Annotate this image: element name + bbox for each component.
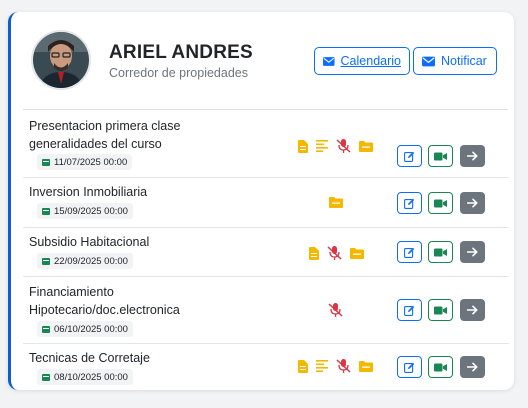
course-title: Presentacion primera clase generalidades… bbox=[29, 119, 181, 151]
go-button[interactable] bbox=[460, 299, 485, 321]
mic-off-icon[interactable] bbox=[327, 246, 342, 260]
calendar-icon bbox=[42, 374, 50, 381]
course-title: Inversion Inmobiliaria bbox=[29, 185, 148, 199]
arrow-right-icon bbox=[467, 247, 478, 257]
mic-off-icon[interactable] bbox=[336, 139, 351, 153]
video-button[interactable] bbox=[428, 299, 453, 321]
course-resources bbox=[298, 139, 373, 153]
course-title: Tecnicas de Corretaje bbox=[29, 351, 150, 365]
edit-icon bbox=[404, 305, 415, 316]
arrow-right-icon bbox=[467, 362, 478, 372]
profile-name: ARIEL ANDRES bbox=[109, 42, 253, 63]
arrow-right-icon bbox=[467, 151, 478, 161]
profile-header: ARIEL ANDRES Corredor de propiedades Cal… bbox=[11, 12, 514, 110]
envelope-icon bbox=[323, 56, 335, 66]
course-card: ARIEL ANDRES Corredor de propiedades Cal… bbox=[8, 12, 514, 390]
course-resources bbox=[309, 246, 364, 260]
edit-button[interactable] bbox=[397, 192, 422, 214]
course-date-badge: 22/09/2025 00:00 bbox=[37, 253, 133, 269]
align-left-icon[interactable] bbox=[316, 360, 328, 372]
edit-button[interactable] bbox=[397, 241, 422, 263]
file-icon[interactable] bbox=[298, 359, 308, 373]
folder-icon[interactable] bbox=[350, 247, 364, 259]
arrow-right-icon bbox=[467, 198, 478, 208]
video-icon bbox=[434, 248, 447, 256]
course-resources bbox=[328, 303, 343, 317]
edit-icon bbox=[404, 362, 415, 373]
course-row: Inversion Inmobiliaria 15/09/2025 00:00 bbox=[23, 178, 509, 228]
course-date: 11/07/2025 00:00 bbox=[54, 156, 128, 168]
folder-icon[interactable] bbox=[359, 360, 373, 372]
video-icon bbox=[434, 152, 447, 160]
course-date-badge: 11/07/2025 00:00 bbox=[37, 154, 133, 170]
course-row: Financiamiento Hipotecario/doc.electroni… bbox=[23, 277, 509, 344]
edit-button[interactable] bbox=[397, 299, 422, 321]
video-button[interactable] bbox=[428, 241, 453, 263]
video-icon bbox=[434, 363, 447, 371]
envelope-icon bbox=[422, 56, 435, 66]
profile-role: Corredor de propiedades bbox=[109, 66, 248, 80]
course-date-badge: 06/10/2025 00:00 bbox=[37, 321, 133, 337]
mic-off-icon[interactable] bbox=[328, 303, 343, 317]
video-icon bbox=[434, 306, 447, 314]
course-date: 08/10/2025 00:00 bbox=[54, 371, 128, 383]
course-date-badge: 15/09/2025 00:00 bbox=[37, 203, 133, 219]
course-date-badge: 08/10/2025 00:00 bbox=[37, 369, 133, 385]
notify-button-label: Notificar bbox=[441, 54, 487, 68]
edit-button[interactable] bbox=[397, 145, 422, 167]
mic-off-icon[interactable] bbox=[336, 359, 351, 373]
notify-button[interactable]: Notificar bbox=[413, 47, 497, 75]
go-button[interactable] bbox=[460, 241, 485, 263]
edit-icon bbox=[404, 151, 415, 162]
edit-button[interactable] bbox=[397, 356, 422, 378]
course-resources bbox=[329, 197, 343, 208]
go-button[interactable] bbox=[460, 356, 485, 378]
file-icon[interactable] bbox=[309, 246, 319, 260]
course-row: Subsidio Habitacional 22/09/2025 00:00 bbox=[23, 228, 509, 277]
video-button[interactable] bbox=[428, 356, 453, 378]
course-row: Tecnicas de Corretaje 08/10/2025 00:00 bbox=[23, 344, 509, 390]
edit-icon bbox=[404, 247, 415, 258]
course-row: Presentacion primera clase generalidades… bbox=[23, 110, 509, 178]
course-date: 15/09/2025 00:00 bbox=[54, 205, 128, 217]
avatar bbox=[31, 30, 91, 90]
calendar-icon bbox=[42, 258, 50, 265]
course-title: Financiamiento Hipotecario/doc.electroni… bbox=[29, 285, 180, 317]
calendar-button-label: Calendario bbox=[340, 54, 401, 68]
calendar-icon bbox=[42, 159, 50, 166]
go-button[interactable] bbox=[460, 145, 485, 167]
folder-icon[interactable] bbox=[329, 197, 343, 208]
arrow-right-icon bbox=[467, 305, 478, 315]
calendar-icon bbox=[42, 326, 50, 333]
calendar-icon bbox=[42, 208, 50, 215]
course-resources bbox=[298, 359, 373, 373]
align-left-icon[interactable] bbox=[316, 140, 328, 152]
course-date: 22/09/2025 00:00 bbox=[54, 255, 128, 267]
video-icon bbox=[434, 199, 447, 207]
video-button[interactable] bbox=[428, 145, 453, 167]
file-icon[interactable] bbox=[298, 139, 308, 153]
calendar-button[interactable]: Calendario bbox=[314, 47, 410, 75]
go-button[interactable] bbox=[460, 192, 485, 214]
video-button[interactable] bbox=[428, 192, 453, 214]
course-title: Subsidio Habitacional bbox=[29, 235, 150, 249]
course-date: 06/10/2025 00:00 bbox=[54, 323, 128, 335]
folder-icon[interactable] bbox=[359, 140, 373, 152]
edit-icon bbox=[404, 198, 415, 209]
